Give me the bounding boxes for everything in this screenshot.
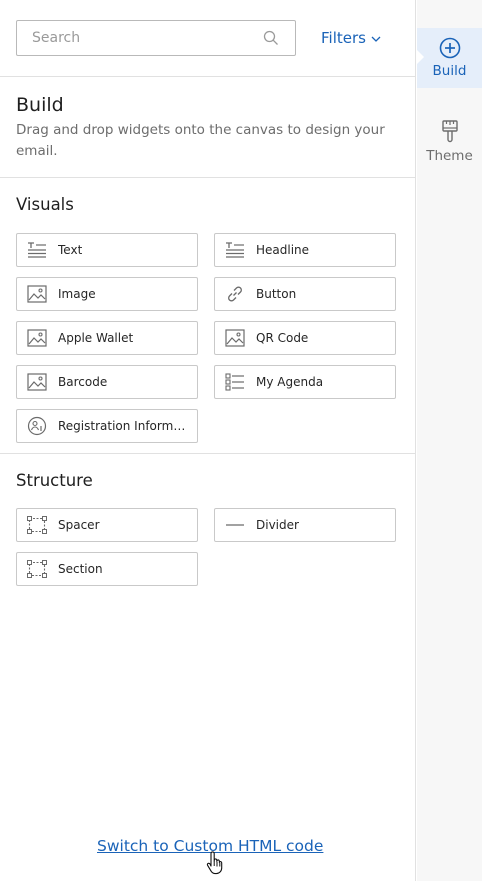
widget-label: Registration Information	[58, 419, 188, 433]
widget-label: My Agenda	[256, 375, 324, 389]
image-icon	[224, 327, 246, 349]
widget-label: Image	[58, 287, 96, 301]
registration-icon	[26, 415, 48, 437]
widget-label: Text	[58, 243, 83, 257]
structure-title: Structure	[16, 471, 93, 490]
search-icon[interactable]	[263, 30, 279, 46]
build-description: Drag and drop widgets onto the canvas to…	[16, 122, 385, 159]
widget-label: Divider	[256, 518, 299, 532]
rail-item-label: Build	[432, 63, 467, 79]
agenda-icon	[224, 371, 246, 393]
headline-icon	[224, 239, 246, 261]
widget-my-agenda[interactable]: My Agenda	[214, 365, 396, 399]
build-divider	[0, 177, 416, 178]
chevron-down-icon	[371, 36, 381, 42]
search-input[interactable]	[17, 21, 257, 55]
widget-registration-information[interactable]: Registration Information	[16, 409, 198, 443]
widget-section[interactable]: Section	[16, 552, 198, 586]
spacer-icon	[26, 514, 48, 536]
image-icon	[26, 371, 48, 393]
widget-spacer[interactable]: Spacer	[16, 508, 198, 542]
widget-text[interactable]: Text	[16, 233, 198, 267]
visuals-divider	[0, 453, 416, 454]
rail-item-build[interactable]: Build	[417, 28, 482, 88]
filters-dropdown[interactable]: Filters	[321, 28, 381, 48]
widget-label: Barcode	[58, 375, 108, 389]
widget-label: Section	[58, 562, 103, 576]
text-icon	[26, 239, 48, 261]
widget-qr-code[interactable]: QR Code	[214, 321, 396, 355]
widget-label: Spacer	[58, 518, 100, 532]
build-title: Build	[16, 94, 64, 116]
link-icon	[224, 283, 246, 305]
widget-barcode[interactable]: Barcode	[16, 365, 198, 399]
widget-divider[interactable]: Divider	[214, 508, 396, 542]
widget-headline[interactable]: Headline	[214, 233, 396, 267]
widget-label: QR Code	[256, 331, 309, 345]
widget-apple-wallet[interactable]: Apple Wallet	[16, 321, 198, 355]
rail-item-label: Theme	[426, 148, 473, 164]
side-rail: Build Theme	[417, 0, 482, 881]
widget-panel: Filters Build Drag and drop widgets onto…	[0, 0, 416, 881]
divider-icon	[224, 514, 246, 536]
rail-item-theme[interactable]: Theme	[417, 112, 482, 172]
widget-label: Apple Wallet	[58, 331, 134, 345]
search-box	[16, 20, 296, 56]
widget-image[interactable]: Image	[16, 277, 198, 311]
filters-label: Filters	[321, 29, 366, 47]
hand-pointer-cursor-icon	[206, 851, 223, 875]
section-icon	[26, 558, 48, 580]
active-notch	[417, 50, 424, 64]
paintbrush-icon	[441, 120, 458, 143]
plus-circle-icon	[439, 37, 460, 59]
widget-label: Button	[256, 287, 297, 301]
image-icon	[26, 283, 48, 305]
image-icon	[26, 327, 48, 349]
visuals-title: Visuals	[16, 195, 74, 214]
widget-label: Headline	[256, 243, 310, 257]
header-divider	[0, 76, 416, 77]
widget-button[interactable]: Button	[214, 277, 396, 311]
